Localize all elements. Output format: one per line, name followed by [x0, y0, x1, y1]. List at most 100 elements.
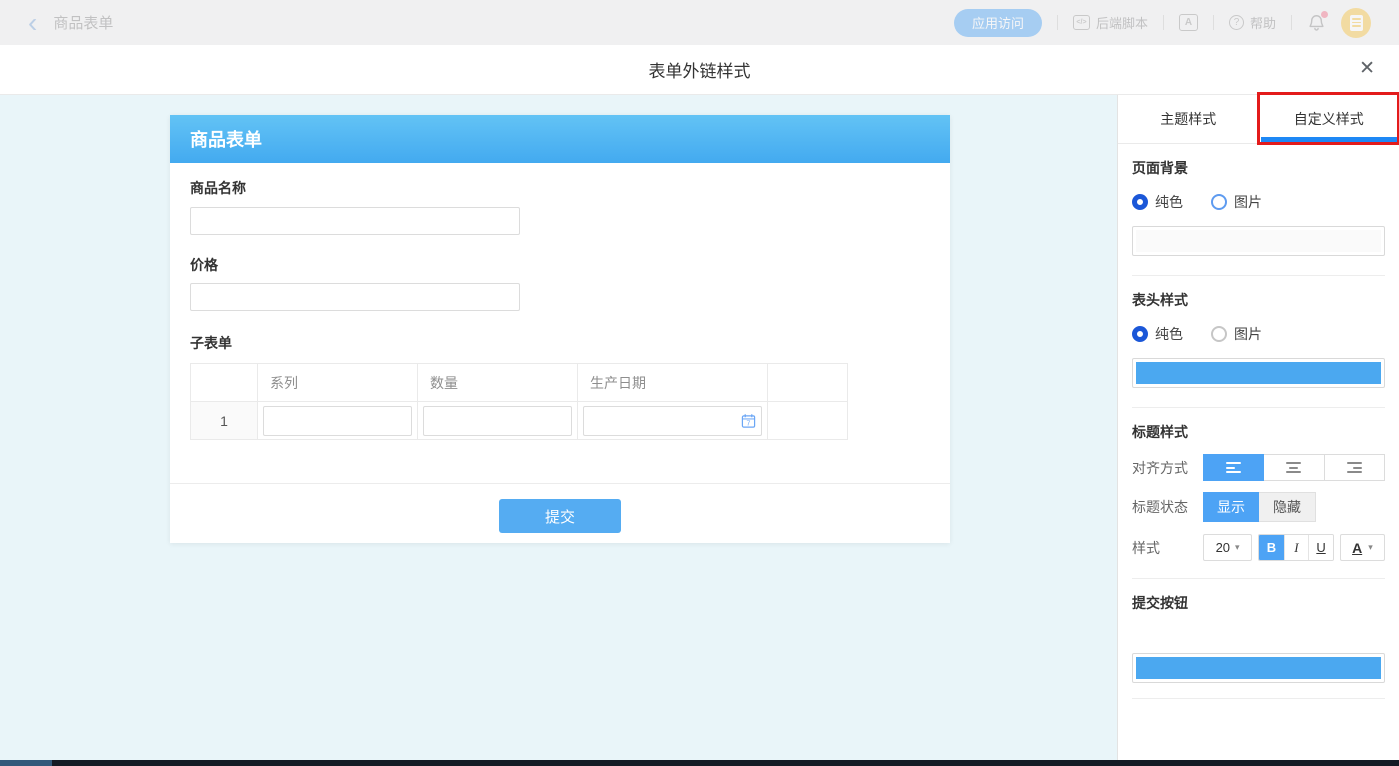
chevron-down-icon: ▾	[1235, 542, 1240, 553]
show-title-button[interactable]: 显示	[1203, 492, 1259, 522]
taskbar-edge-segment	[0, 760, 52, 766]
dialog-title: 表单外链样式	[649, 57, 751, 82]
style-panel: 主题样式 自定义样式 页面背景 纯色 图片 表头样式	[1117, 95, 1399, 760]
radio-solid-color[interactable]	[1132, 326, 1148, 342]
subform-table: 系列 数量 生产日期 1	[190, 363, 848, 440]
radio-solid-color[interactable]	[1132, 194, 1148, 210]
divider	[1132, 578, 1385, 579]
chevron-down-icon: ▾	[1368, 542, 1373, 553]
radio-label: 纯色	[1155, 324, 1183, 344]
backend-script-button[interactable]: </> 后端脚本	[1073, 13, 1148, 32]
title-status-row: 标题状态 显示 隐藏	[1132, 492, 1385, 522]
backend-script-label: 后端脚本	[1096, 13, 1148, 32]
code-icon: </>	[1073, 15, 1090, 30]
help-button[interactable]: ? 帮助	[1229, 13, 1276, 32]
font-size-select[interactable]: 20 ▾	[1203, 534, 1252, 561]
tab-label: 主题样式	[1160, 109, 1216, 129]
divider	[1057, 15, 1058, 30]
form-doc-icon	[1350, 15, 1363, 31]
price-input[interactable]	[190, 283, 520, 311]
page-background-type: 纯色 图片	[1132, 192, 1385, 212]
close-icon[interactable]: ✕	[1359, 57, 1375, 80]
hide-title-button[interactable]: 隐藏	[1259, 492, 1316, 522]
field-label-product-name: 商品名称	[190, 178, 246, 198]
letter-badge-icon[interactable]: A	[1179, 14, 1198, 31]
color-swatch	[1136, 657, 1381, 679]
divider	[1132, 698, 1385, 699]
font-style-row: 样式 20 ▾ B I U A ▾	[1132, 534, 1385, 561]
radio-label: 纯色	[1155, 192, 1183, 212]
avatar[interactable]	[1341, 8, 1371, 38]
align-center-icon	[1286, 462, 1301, 473]
section-title-header-style: 表头样式	[1132, 290, 1385, 310]
header-style-type: 纯色 图片	[1132, 324, 1385, 344]
align-right-button[interactable]	[1324, 454, 1385, 481]
text-format-group: B I U	[1258, 534, 1334, 561]
color-swatch	[1136, 230, 1381, 252]
series-input[interactable]	[263, 406, 412, 436]
subform-label: 子表单	[190, 333, 232, 353]
divider	[1213, 15, 1214, 30]
column-header-quantity: 数量	[418, 364, 578, 401]
radio-image[interactable]	[1211, 326, 1227, 342]
subform-row: 1 7	[191, 401, 847, 439]
app-access-button[interactable]: 应用访问	[954, 9, 1042, 37]
column-header-date: 生产日期	[578, 364, 768, 401]
align-button-group	[1203, 454, 1385, 481]
product-name-input[interactable]	[190, 207, 520, 235]
date-input[interactable]	[583, 406, 762, 436]
row-number-header	[191, 364, 258, 401]
bold-button[interactable]: B	[1259, 535, 1284, 560]
column-header-series: 系列	[258, 364, 418, 401]
section-title-title-style: 标题样式	[1132, 422, 1385, 442]
font-color-icon: A	[1352, 540, 1362, 556]
align-left-icon	[1226, 462, 1241, 473]
help-label: 帮助	[1250, 13, 1276, 32]
dialog-header: 表单外链样式 ✕	[0, 45, 1399, 95]
align-right-icon	[1347, 462, 1362, 473]
header-color-picker[interactable]	[1132, 358, 1385, 388]
align-left-button[interactable]	[1203, 454, 1264, 481]
field-label-price: 价格	[190, 255, 218, 275]
submit-button-color-picker[interactable]	[1132, 653, 1385, 683]
row-actions-cell	[768, 402, 847, 439]
italic-button[interactable]: I	[1284, 535, 1309, 560]
subform-header-row: 系列 数量 生产日期	[191, 364, 847, 401]
radio-image[interactable]	[1211, 194, 1227, 210]
form-header: 商品表单	[170, 115, 950, 163]
svg-text:7: 7	[747, 420, 751, 427]
divider	[1132, 275, 1385, 276]
align-center-button[interactable]	[1263, 454, 1324, 481]
section-title-page-background: 页面背景	[1132, 158, 1385, 178]
column-header-actions	[768, 364, 847, 401]
quantity-input[interactable]	[423, 406, 572, 436]
notification-bell-button[interactable]	[1307, 13, 1326, 32]
title-status-label: 标题状态	[1132, 497, 1203, 517]
back-icon[interactable]: ‹	[28, 3, 37, 43]
page-background-color-picker[interactable]	[1132, 226, 1385, 256]
divider	[1163, 15, 1164, 30]
row-number: 1	[191, 402, 258, 439]
tab-custom-style[interactable]: 自定义样式	[1259, 95, 1399, 143]
divider	[1291, 15, 1292, 30]
font-style-label: 样式	[1132, 538, 1203, 558]
radio-label: 图片	[1234, 192, 1262, 212]
divider	[170, 483, 950, 484]
align-row: 对齐方式	[1132, 454, 1385, 481]
tab-label: 自定义样式	[1294, 109, 1364, 129]
form-preview-card: 商品表单 商品名称 价格 子表单 系列 数量 生产日期 1	[170, 115, 950, 543]
app-window: ‹ 商品表单 应用访问 </> 后端脚本 A ? 帮助	[0, 0, 1399, 766]
form-name-title: 商品表单	[53, 12, 113, 33]
form-title: 商品表单	[190, 126, 262, 152]
font-size-value: 20	[1216, 540, 1230, 555]
active-tab-indicator	[1261, 137, 1398, 143]
top-bar: ‹ 商品表单 应用访问 </> 后端脚本 A ? 帮助	[0, 0, 1399, 45]
font-color-button[interactable]: A ▾	[1340, 534, 1385, 561]
divider	[1132, 407, 1385, 408]
notification-dot	[1321, 11, 1328, 18]
section-title-submit-button: 提交按钮	[1132, 593, 1385, 613]
tab-theme-style[interactable]: 主题样式	[1118, 95, 1259, 143]
calendar-icon[interactable]: 7	[741, 413, 756, 428]
submit-button[interactable]: 提交	[499, 499, 621, 533]
underline-button[interactable]: U	[1308, 535, 1333, 560]
